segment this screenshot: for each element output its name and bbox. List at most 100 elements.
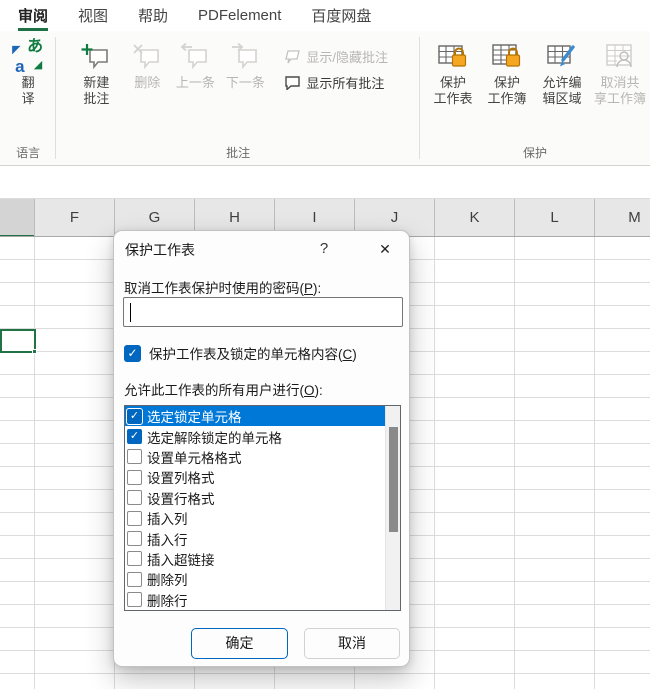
permission-item[interactable]: 设置行格式 (125, 488, 400, 508)
translate-label-line1: 翻 (22, 75, 35, 91)
permissions-label-post: ): (315, 383, 323, 398)
active-cell[interactable] (0, 329, 36, 353)
menu-tab[interactable]: 帮助 (138, 0, 168, 31)
unshare-label-line2: 享工作簿 (594, 91, 646, 107)
permission-checkbox[interactable] (127, 449, 142, 464)
protect-contents-checkbox-row[interactable]: ✓ 保护工作表及锁定的单元格内容(C) (124, 343, 357, 363)
column-header[interactable]: F (35, 199, 115, 237)
permission-item[interactable]: ✓ 选定锁定单元格 (125, 406, 400, 426)
protect-workbook-icon (490, 41, 524, 75)
language-group-label: 语言 (0, 146, 56, 165)
ribbon: ◤あ a◢ 翻 译 语言 新建 批注 (0, 31, 650, 166)
password-label-key: P (304, 281, 313, 296)
permission-item[interactable]: ✓ 选定解除锁定的单元格 (125, 426, 400, 446)
protect-workbook-button[interactable]: 保护 工作簿 (480, 39, 534, 107)
show-all-comments-button[interactable]: 显示所有批注 (284, 71, 388, 94)
permission-label: 选定锁定单元格 (147, 406, 242, 426)
permissions-label-key: O (304, 383, 315, 398)
protect-sheet-label-line2: 工作表 (433, 91, 472, 107)
permission-checkbox[interactable] (127, 531, 142, 546)
permission-checkbox[interactable] (127, 511, 142, 526)
permissions-list[interactable]: ✓选定锁定单元格✓选定解除锁定的单元格设置单元格格式设置列格式设置行格式插入列插… (124, 405, 401, 611)
allow-edit-ranges-button[interactable]: 允许编 辑区域 (534, 39, 590, 107)
column-header-selected-partial[interactable] (0, 199, 35, 237)
menu-tab[interactable]: PDFelement (198, 0, 281, 31)
permission-item[interactable]: 设置单元格格式 (125, 447, 400, 467)
column-header[interactable]: K (435, 199, 515, 237)
password-label-post: ): (313, 281, 321, 296)
previous-comment-icon (179, 41, 211, 75)
protect-sheet-icon (436, 41, 470, 75)
previous-comment-label: 上一条 (176, 75, 215, 91)
permission-label: 设置行格式 (147, 488, 215, 508)
permission-item[interactable]: 设置列格式 (125, 467, 400, 487)
show-hide-comments-label: 显示/隐藏批注 (306, 47, 388, 66)
next-comment-label: 下一条 (226, 75, 265, 91)
unshare-label-line1: 取消共 (600, 75, 639, 91)
new-comment-icon (80, 41, 112, 75)
fill-handle[interactable] (32, 349, 37, 354)
formula-bar-area (0, 166, 650, 199)
column-header[interactable]: M (595, 199, 650, 237)
new-comment-label-line1: 新建 (83, 75, 109, 91)
allow-edit-label-line1: 允许编 (542, 75, 581, 91)
comments-group-label: 批注 (56, 146, 420, 165)
protect-workbook-label-line1: 保护 (494, 75, 520, 91)
permission-item[interactable]: 插入列 (125, 508, 400, 528)
text-caret (130, 303, 131, 322)
permission-checkbox[interactable] (127, 592, 142, 607)
translate-button[interactable]: ◤あ a◢ 翻 译 (5, 39, 51, 107)
permission-label: 删除行 (147, 590, 188, 610)
permissions-label-pre: 允许此工作表的所有用户进行( (124, 383, 304, 398)
show-all-comments-label: 显示所有批注 (306, 73, 384, 92)
menu-tab[interactable]: 视图 (78, 0, 108, 31)
new-comment-label-line2: 批注 (83, 91, 109, 107)
new-comment-button[interactable]: 新建 批注 (68, 39, 124, 107)
permission-checkbox[interactable] (127, 490, 142, 505)
permission-label: 删除列 (147, 569, 188, 589)
permission-item[interactable]: 插入行 (125, 528, 400, 548)
unshare-workbook-button: 取消共 享工作簿 (590, 39, 650, 107)
ok-button[interactable]: 确定 (191, 628, 288, 659)
protect-group-label: 保护 (420, 146, 650, 165)
translate-icon: ◤あ a◢ (12, 41, 44, 75)
protect-contents-checkbox[interactable]: ✓ (124, 345, 141, 362)
cancel-button[interactable]: 取消 (304, 628, 400, 659)
menu-tab[interactable]: 百度网盘 (311, 0, 371, 31)
translate-label-line2: 译 (22, 91, 35, 107)
permission-checkbox[interactable]: ✓ (127, 429, 142, 444)
protect-contents-label-key: C (343, 347, 353, 362)
dialog-title: 保护工作表 (125, 240, 195, 260)
menu-tab[interactable]: 审阅 (18, 0, 48, 31)
password-label: 取消工作表保护时使用的密码(P): (124, 277, 321, 297)
list-scrollbar[interactable] (385, 406, 400, 610)
show-hide-comments-icon (284, 49, 301, 64)
scrollbar-thumb[interactable] (389, 427, 398, 532)
password-input[interactable] (123, 297, 403, 327)
permission-item[interactable]: 插入超链接 (125, 549, 400, 569)
allow-edit-ranges-icon (545, 41, 579, 75)
delete-comment-icon (131, 41, 163, 75)
next-comment-icon (229, 41, 261, 75)
permission-checkbox[interactable]: ✓ (127, 409, 142, 424)
column-header[interactable]: L (515, 199, 595, 237)
permission-label: 设置单元格格式 (147, 447, 242, 467)
ribbon-group-language: ◤あ a◢ 翻 译 语言 (0, 31, 56, 165)
protect-sheet-button[interactable]: 保护 工作表 (426, 39, 480, 107)
permission-item[interactable]: 删除列 (125, 569, 400, 589)
password-label-pre: 取消工作表保护时使用的密码( (124, 281, 304, 296)
help-icon[interactable]: ? (310, 235, 338, 263)
show-hide-comments-button: 显示/隐藏批注 (284, 45, 388, 68)
protect-contents-label-pre: 保护工作表及锁定的单元格内容( (149, 347, 343, 362)
menu-tab-bar: 审阅视图帮助 PDFelement 百度网盘 (0, 0, 650, 31)
permission-label: 插入行 (147, 529, 188, 549)
permission-item[interactable]: 删除行 (125, 590, 400, 610)
ribbon-group-protect: 保护 工作表 保护 工作簿 (420, 31, 650, 165)
permission-checkbox[interactable] (127, 572, 142, 587)
protect-sheet-label-line1: 保护 (440, 75, 466, 91)
close-icon[interactable]: ✕ (369, 235, 401, 263)
permission-label: 选定解除锁定的单元格 (147, 427, 282, 447)
permission-checkbox[interactable] (127, 470, 142, 485)
next-comment-button: 下一条 (220, 39, 270, 91)
permission-checkbox[interactable] (127, 551, 142, 566)
